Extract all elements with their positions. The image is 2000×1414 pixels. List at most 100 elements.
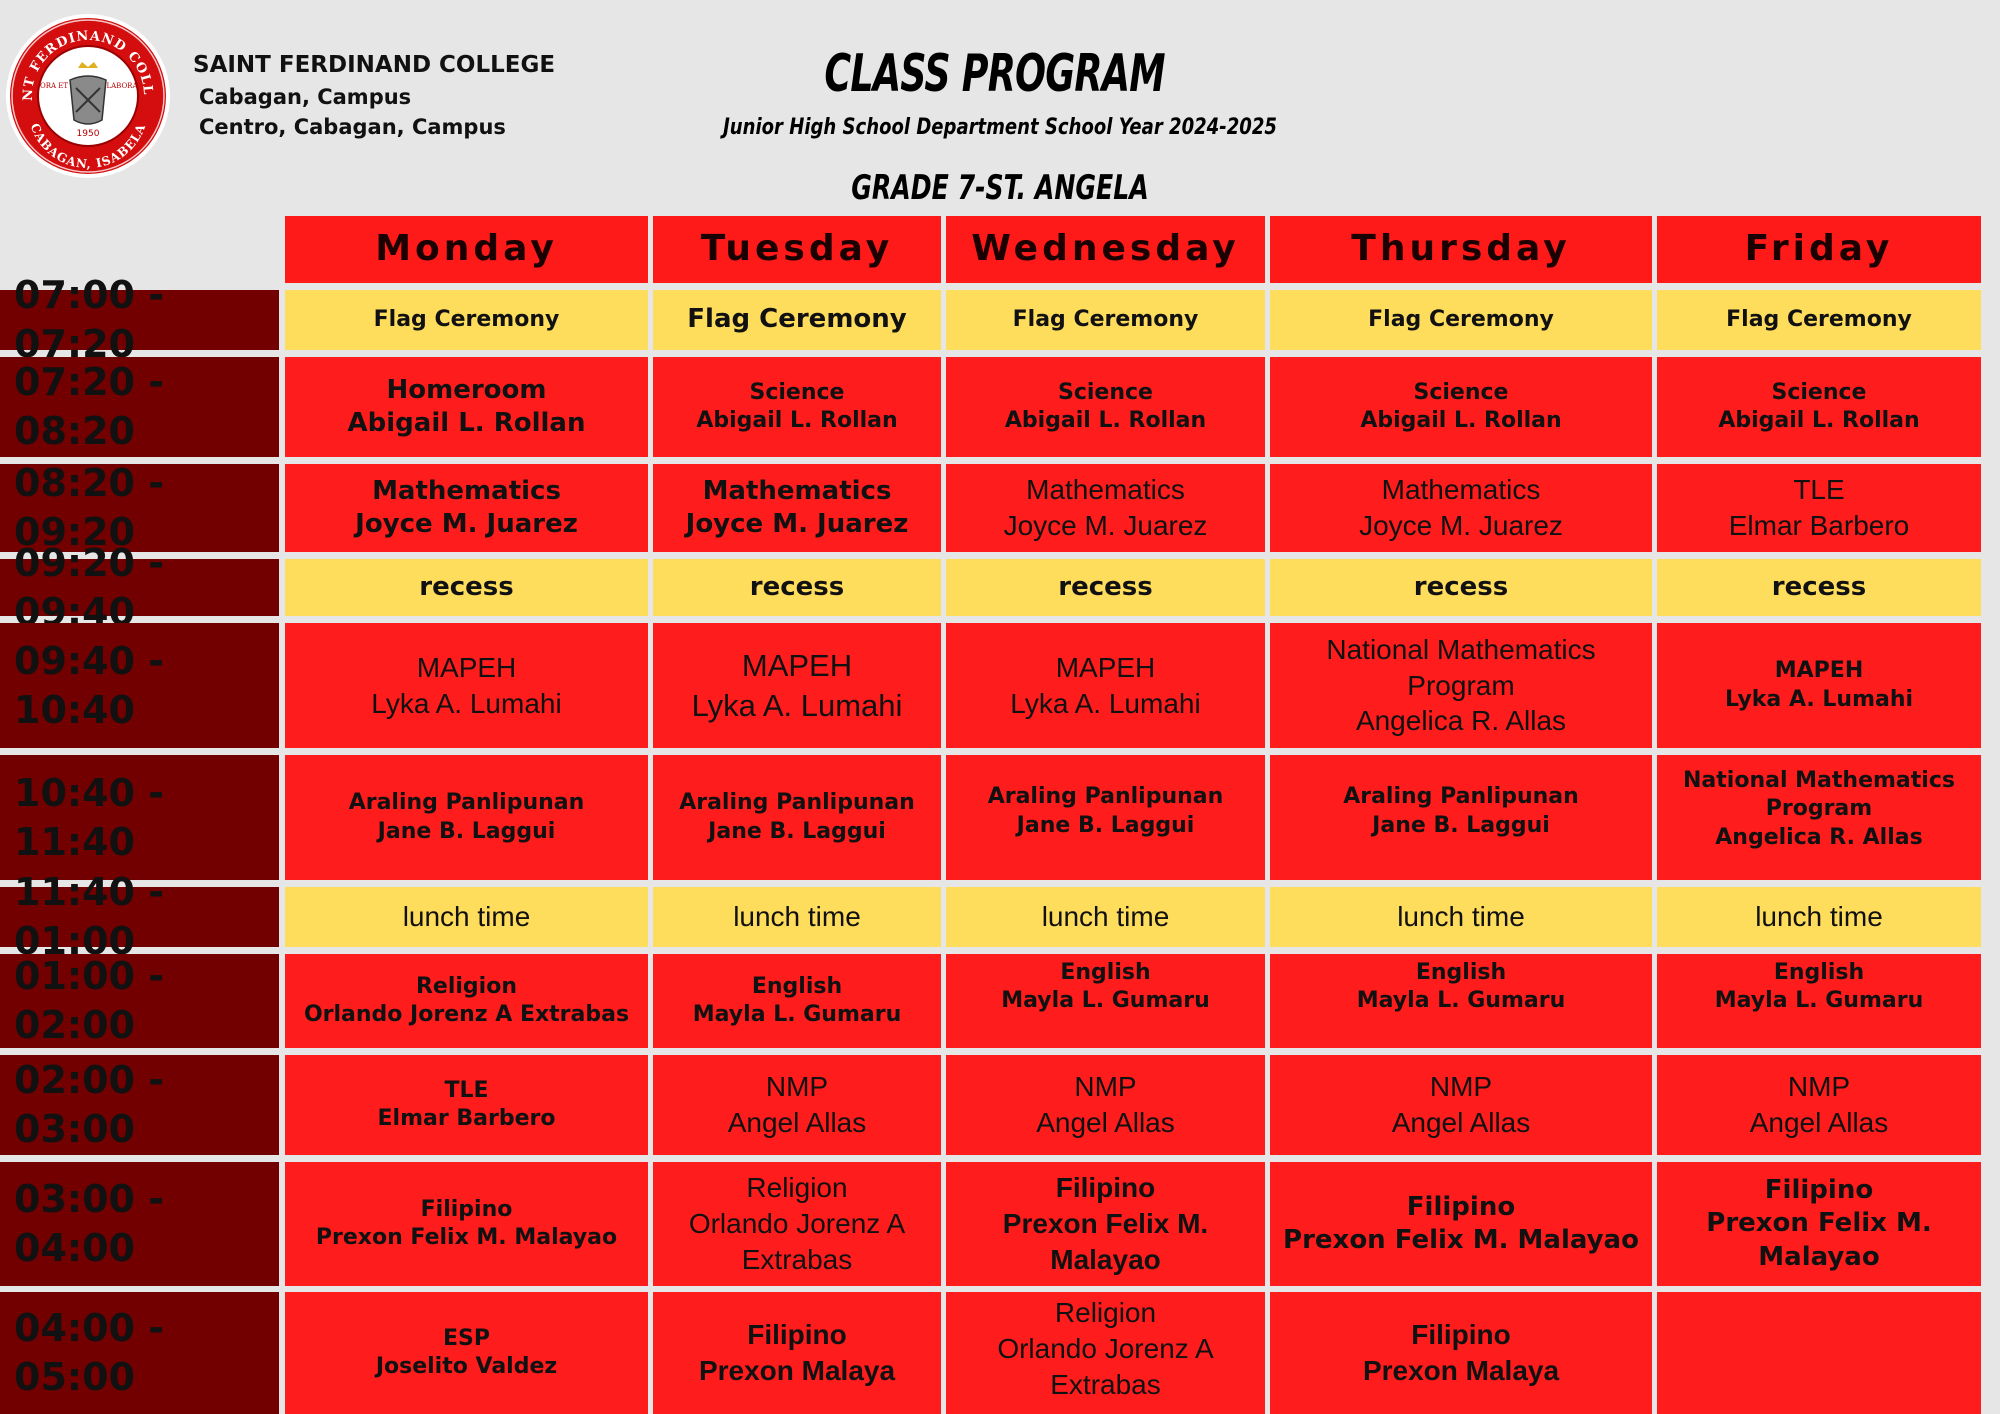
time-slot: 07:00 - 07:20 — [0, 273, 279, 366]
cell-content: National Mathematics Program Angelica R. A… — [1326, 632, 1595, 739]
subject-label: lunch time — [402, 901, 531, 933]
schedule-cell: Flag Ceremony — [1657, 290, 1981, 350]
subject-label: English — [1060, 959, 1151, 985]
cell-content: Flag Ceremony — [687, 303, 906, 336]
subject-label: MAPEH — [741, 647, 853, 683]
schedule-cell: Science Abigail L. Rollan — [1270, 357, 1652, 457]
cell-content: NMP Angel Allas — [1036, 1069, 1175, 1141]
teacher-label: Mayla L. Gumaru — [1001, 988, 1210, 1013]
subject-label: Araling Panlipunan — [987, 784, 1224, 810]
subject-label: Flag Ceremony — [1012, 306, 1199, 332]
cell-content: Science Abigail L. Rollan — [1360, 379, 1561, 435]
cell-content: MAPEH Lyka A. Lumahi — [1725, 657, 1913, 713]
time-slot: 04:00 - 05:00 — [0, 1292, 279, 1414]
schedule-cell: Mathematics Joyce M. Juarez — [946, 464, 1265, 552]
time-slot: 11:40 - 01:00 — [0, 870, 279, 963]
schedule-cell: Filipino Prexon Felix M. Malayao — [946, 1162, 1265, 1286]
teacher-label: Prexon Felix M. Malayao — [1706, 1208, 1932, 1272]
subject-label: NMP — [765, 1071, 829, 1103]
teacher-label: Elmar Barbero — [1728, 510, 1910, 541]
cell-content: recess — [1414, 571, 1508, 604]
schedule-cell: English Mayla L. Gumaru — [653, 954, 941, 1048]
cell-content: MAPEH Lyka A. Lumahi — [371, 650, 561, 722]
schedule-cell: recess — [653, 559, 941, 616]
teacher-label: Orlando Jorenz A — [997, 1333, 1214, 1365]
day-header-thursday: Thursday — [1270, 216, 1652, 283]
subject-label: Flag Ceremony — [373, 306, 560, 332]
subject-label: recess — [749, 571, 845, 602]
subject-label: TLE — [444, 1077, 489, 1103]
schedule-cell: Mathematics Joyce M. Juarez — [653, 464, 941, 552]
schedule-cell: Filipino Prexon Malaya — [1270, 1292, 1652, 1414]
time-slot: 07:20 - 08:20 — [0, 357, 279, 457]
svg-text:1950: 1950 — [77, 129, 100, 139]
subject-label: lunch time — [1755, 901, 1883, 933]
subject-label: National Mathematics — [1683, 768, 1955, 794]
subject-label: Mathematics — [372, 475, 561, 506]
day-header-monday: Monday — [285, 216, 648, 283]
teacher-label: Orlando Jorenz A Extrabas — [303, 1002, 630, 1027]
class-schedule-table: Monday Tuesday Wednesday Thursday Friday 07:0… — [0, 216, 2000, 1414]
schedule-cell: recess — [946, 559, 1265, 616]
schedule-cell: Filipino Prexon Malaya — [653, 1292, 941, 1414]
schedule-cell: TLE Elmar Barbero — [1657, 464, 1981, 552]
subject-label: English — [751, 973, 843, 999]
cell-content: Araling Panlipunan Jane B. Laggui — [349, 789, 585, 845]
page-title: CLASS PROGRAM — [824, 44, 1165, 104]
schedule-cell: Homeroom Abigail L. Rollan — [285, 357, 648, 457]
schedule-cell: Science Abigail L. Rollan — [946, 357, 1265, 457]
subject-label: MAPEH — [416, 651, 517, 683]
svg-text:ORA ET: ORA ET — [40, 82, 68, 90]
cell-content: Filipino Prexon Felix M. Malayao — [1003, 1170, 1208, 1277]
schedule-cell: lunch time — [653, 887, 941, 947]
schedule-cell: National Mathematics Program Angelica R. A… — [1270, 623, 1652, 748]
subject-label: Science — [749, 379, 845, 405]
teacher-label: Prexon Malaya — [1362, 1355, 1560, 1386]
time-slot: 01:00 - 02:00 — [0, 954, 279, 1048]
schedule-cell: Araling Panlipunan Jane B. Laggui — [285, 755, 648, 880]
teacher-label: Jane B. Laggui — [1372, 812, 1550, 838]
teacher-label: Prexon Malaya — [698, 1355, 896, 1386]
time-slot: 09:40 - 10:40 — [0, 623, 279, 748]
schedule-cell: Mathematics Joyce M. Juarez — [1270, 464, 1652, 552]
schedule-cell: lunch time — [1657, 887, 1981, 947]
schedule-cell: Religion Orlando Jorenz A Extrabas — [285, 954, 648, 1048]
cell-content: Flag Ceremony — [1013, 306, 1199, 334]
subject-label: Flag Ceremony — [1368, 306, 1554, 332]
cell-content: TLE Elmar Barbero — [1729, 472, 1910, 544]
teacher-label: Program — [1765, 796, 1873, 822]
cell-content: Filipino Prexon Felix M. Malayao — [1283, 1191, 1639, 1258]
cell-content: Filipino Prexon Felix M. Malayao — [316, 1196, 617, 1252]
schedule-cell: English Mayla L. Gumaru — [946, 954, 1265, 1048]
subject-label: MAPEH — [1055, 651, 1156, 683]
schedule-cell: recess — [285, 559, 648, 616]
cell-content: recess — [1772, 571, 1866, 604]
day-header-tuesday: Tuesday — [653, 216, 941, 283]
teacher-label: Prexon Felix M. Malayao — [1283, 1225, 1639, 1255]
teacher-label: Joyce M. Juarez — [1003, 510, 1208, 541]
subject-label: lunch time — [733, 901, 861, 933]
subject-label: NMP — [1429, 1071, 1493, 1103]
time-slot: 03:00 - 04:00 — [0, 1162, 279, 1286]
schedule-cell: Araling Panlipunan Jane B. Laggui — [1270, 755, 1652, 880]
cell-content: Araling Panlipunan Jane B. Laggui — [1343, 783, 1579, 839]
schedule-cell: Mathematics Joyce M. Juarez — [285, 464, 648, 552]
subject-label: Filipino — [420, 1196, 513, 1222]
teacher-label: Abigail L. Rollan — [347, 408, 586, 438]
subject-label: Science — [1413, 379, 1509, 405]
cell-content: Filipino Prexon Malaya — [699, 1317, 895, 1389]
schedule-cell: Science Abigail L. Rollan — [1657, 357, 1981, 457]
schedule-cell: Filipino Prexon Felix M. Malayao — [285, 1162, 648, 1286]
cell-content: lunch time — [733, 899, 861, 935]
subject-label: NMP — [1787, 1071, 1851, 1103]
subject-label: Filipino — [1055, 1172, 1156, 1204]
subject-label: recess — [1413, 571, 1509, 602]
cell-content: Mathematics Joyce M. Juarez — [355, 475, 578, 542]
schedule-cell — [1657, 1292, 1981, 1414]
teacher-label: Mayla L. Gumaru — [692, 1002, 902, 1027]
schedule-cell: lunch time — [946, 887, 1265, 947]
time-slot: 02:00 - 03:00 — [0, 1055, 279, 1155]
teacher-label: Joyce M. Juarez — [1359, 510, 1563, 541]
cell-content: Mathematics Joyce M. Juarez — [686, 475, 909, 542]
subject-label: Filipino — [1406, 1191, 1516, 1222]
